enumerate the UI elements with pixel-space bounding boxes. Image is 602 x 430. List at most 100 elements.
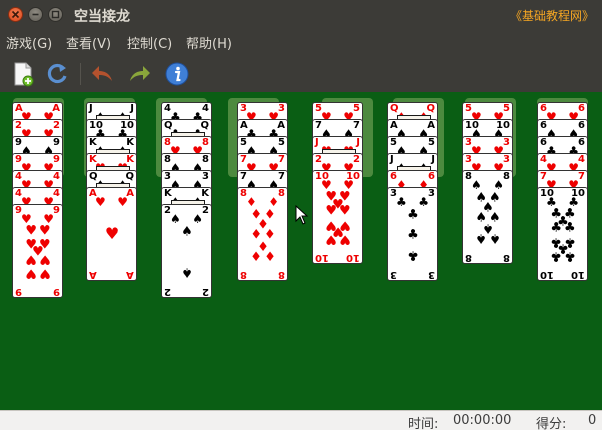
undo-arrow-icon[interactable]: [90, 61, 116, 87]
menu-help[interactable]: 帮助(H): [186, 33, 232, 52]
card-rank: J: [130, 103, 134, 114]
maximize-icon[interactable]: [48, 7, 63, 22]
card-pip-icon: ♥: [104, 224, 120, 243]
playing-card[interactable]: 9999♥♥♥♥♥♥♥♥♥♥♥: [12, 204, 63, 298]
freecell-window: 空当接龙 《基础教程网》 游戏(G) 查看(V) 控制(C) 帮助(H) A A…: [0, 0, 602, 430]
card-rank: 7: [278, 154, 285, 165]
time-label: 时间:: [408, 417, 439, 430]
card-rank: A: [126, 269, 134, 280]
card-pip-icon: ♥: [38, 251, 51, 267]
game-board[interactable]: AAAA♥♥♥2222♥♥♥♥9999♠♠♠♠♠♠♠♠♠♠♠9999♥♥♥♥♥♥…: [0, 92, 602, 410]
card-suit-icon: ♥: [95, 195, 106, 209]
score-label: 得分:: [536, 417, 567, 430]
card-rank: 9: [53, 205, 60, 216]
card-rank: 10: [571, 269, 585, 280]
card-rank: 4: [202, 103, 209, 114]
card-pip-icon: ♥: [38, 223, 51, 239]
playing-card[interactable]: 3 3 3 3 ♣ ♣ ♣ ♣ ♣: [387, 187, 438, 281]
score-value: 0: [588, 413, 597, 428]
card-pip-icon: ♣: [407, 247, 419, 263]
card-pip-icon: ♥: [25, 251, 38, 267]
card-rank: 9: [53, 286, 60, 297]
card-rank: 3: [390, 269, 397, 280]
playing-card[interactable]: 8 8 8 8 ♦ ♦ ♦ ♦ ♦ ♦ ♦ ♦ ♦ ♦: [237, 187, 288, 281]
card-rank: 8: [202, 154, 209, 165]
card-rank: 5: [353, 103, 360, 114]
card-pip-icon: ♣: [563, 248, 576, 264]
title-bar[interactable]: 空当接龙 《基础教程网》: [0, 0, 602, 30]
card-rank: 8: [503, 171, 510, 182]
card-pip-icon: ♠: [475, 230, 488, 246]
info-icon[interactable]: [164, 61, 190, 87]
card-rank: J: [356, 137, 360, 148]
menu-bar: 游戏(G) 查看(V) 控制(C) 帮助(H): [0, 30, 602, 54]
card-rank: 4: [53, 171, 60, 182]
card-rank: 2: [53, 120, 60, 131]
card-rank: 4: [578, 154, 585, 165]
card-rank: 2: [202, 205, 209, 216]
card-pip-icon: ♣: [563, 220, 576, 236]
card-pip-icon: ♥: [338, 231, 351, 247]
playing-card[interactable]: 8888♠♠♠♠♠♠♠♠♠♠: [462, 170, 513, 264]
card-rank: 3: [503, 137, 510, 148]
card-rank: 10: [315, 252, 329, 263]
playing-card[interactable]: 10101010♣♣♣♣♣♣♣♣♣♣♣♣: [537, 187, 588, 281]
card-pip-icon: ♥: [325, 231, 338, 247]
close-icon[interactable]: [8, 7, 23, 22]
new-document-icon[interactable]: [10, 61, 36, 87]
card-pip-icon: ♥: [338, 203, 351, 219]
card-pip-icon: ♣: [550, 220, 563, 236]
card-suit-icon: ♣: [396, 195, 407, 209]
card-suit-icon: ♠: [192, 212, 203, 226]
status-bar: 时间: 00:00:00 得分: 0: [0, 410, 602, 430]
menu-view[interactable]: 查看(V): [66, 33, 111, 52]
mouse-cursor-icon: [295, 205, 309, 225]
playing-card[interactable]: 10 10 10 10 ♥ ♥ ♥ ♥ ♥ ♥ ♥ ♥ ♥ ♥ ♥ ♥: [312, 170, 363, 264]
card-rank: 2: [353, 154, 360, 165]
card-rank: 3: [278, 103, 285, 114]
card-rank: 3: [428, 188, 435, 199]
card-suit-icon: ♠: [493, 178, 504, 192]
card-rank: 9: [15, 286, 22, 297]
card-rank: 5: [278, 137, 285, 148]
card-suit-icon: ♣: [418, 195, 429, 209]
card-rank: 10: [540, 269, 554, 280]
card-rank: 8: [465, 252, 472, 263]
card-rank: 7: [278, 171, 285, 182]
card-rank: 8: [503, 252, 510, 263]
card-rank: J: [89, 103, 93, 114]
menu-control[interactable]: 控制(C): [127, 33, 172, 52]
toolbar-separator: [80, 63, 81, 85]
redo-arrow-icon[interactable]: [126, 61, 152, 87]
card-rank: J: [390, 154, 394, 165]
card-rank: 6: [428, 171, 435, 182]
card-pip-icon: ♦: [250, 247, 263, 263]
playing-card[interactable]: 2 2 2 2 ♠ ♠ ♠ ♠: [161, 204, 212, 298]
playing-card[interactable]: AAAA♥♥♥: [86, 187, 137, 281]
menu-game[interactable]: 游戏(G): [6, 33, 52, 52]
card-rank: 7: [578, 171, 585, 182]
card-rank: J: [431, 154, 435, 165]
card-rank: 9: [53, 154, 60, 165]
minimize-icon[interactable]: [28, 7, 43, 22]
card-suit-icon: ♥: [117, 195, 128, 209]
card-rank: 6: [578, 103, 585, 114]
card-rank: 3: [503, 154, 510, 165]
card-rank: 8: [278, 188, 285, 199]
refresh-icon[interactable]: [44, 61, 70, 87]
card-pip-icon: ♥: [325, 203, 338, 219]
card-pip-icon: ♣: [407, 227, 419, 243]
card-rank: 3: [202, 171, 209, 182]
card-rank: 7: [353, 120, 360, 131]
card-rank: J: [315, 137, 319, 148]
card-rank: 2: [202, 286, 209, 297]
card-rank: 4: [53, 188, 60, 199]
card-pip-icon: ♠: [181, 224, 193, 240]
card-pip-icon: ♠: [488, 230, 501, 246]
watermark-text: 《基础教程网》: [509, 9, 594, 23]
card-pip-icon: ♠: [181, 264, 193, 280]
time-value: 00:00:00: [453, 413, 512, 428]
card-rank: 3: [428, 269, 435, 280]
card-pip-icon: ♥: [25, 265, 38, 281]
toolbar: [0, 54, 602, 93]
